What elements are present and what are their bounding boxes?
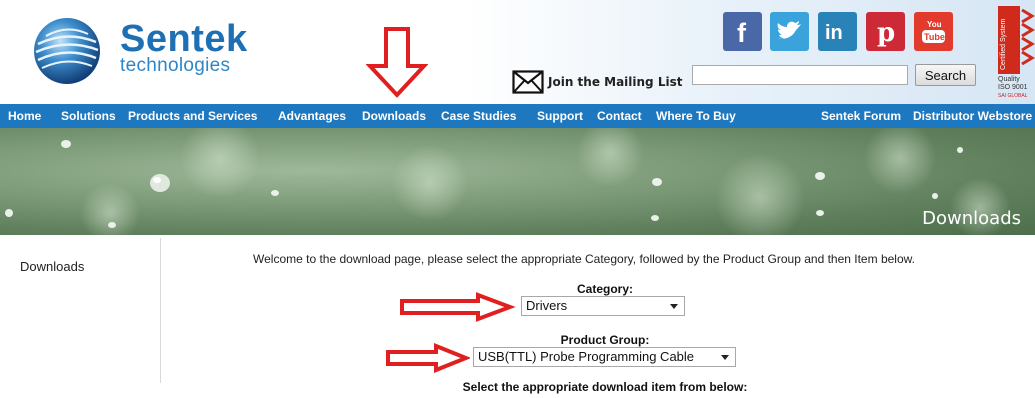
nav-item-home[interactable]: Home <box>8 104 41 128</box>
category-selected-value: Drivers <box>526 298 568 313</box>
nav-item-solutions[interactable]: Solutions <box>61 104 116 128</box>
chevron-down-icon <box>670 304 678 309</box>
nav-item-contact[interactable]: Contact <box>597 104 642 128</box>
search-input[interactable] <box>692 65 908 85</box>
annotation-right-arrow-icon <box>386 343 470 373</box>
svg-text:f: f <box>737 18 747 48</box>
annotation-down-arrow-icon <box>366 27 428 98</box>
brand-name: Sentek <box>120 18 248 60</box>
svg-text:p: p <box>877 18 895 48</box>
nav-item-sentek-forum[interactable]: Sentek Forum <box>821 104 901 128</box>
nav-item-support[interactable]: Support <box>537 104 583 128</box>
banner-title: Downloads <box>922 208 1021 229</box>
iso-issuer-text: SAI GLOBAL <box>998 93 1028 99</box>
sidebar-divider <box>160 238 161 383</box>
iso-strip-text: Certified System <box>1000 18 1007 70</box>
annotation-right-arrow-icon <box>400 292 516 322</box>
iso-red-strip: Certified System <box>998 6 1020 74</box>
nav-item-downloads[interactable]: Downloads <box>362 104 426 128</box>
svg-text:in: in <box>825 22 843 44</box>
facebook-icon[interactable]: f <box>723 12 762 51</box>
linkedin-icon[interactable]: in <box>818 12 857 51</box>
twitter-icon[interactable] <box>770 12 809 51</box>
main-nav: Home Solutions Products and Services Adv… <box>0 104 1035 128</box>
nav-item-case-studies[interactable]: Case Studies <box>441 104 516 128</box>
pinterest-icon[interactable]: p <box>866 12 905 51</box>
hero-banner: Downloads <box>0 128 1035 235</box>
water-droplets-image <box>5 128 1010 235</box>
category-label: Category: <box>576 282 633 296</box>
mailing-list-label: Join the Mailing List <box>548 75 683 89</box>
iso-chevron-icon <box>1021 8 1035 66</box>
brand-subtitle: technologies <box>120 55 231 76</box>
nav-item-where-to-buy[interactable]: Where To Buy <box>656 104 736 128</box>
category-select[interactable]: Drivers <box>521 296 685 316</box>
search-button[interactable]: Search <box>915 64 976 86</box>
brand-wordmark[interactable]: Sentek technologies <box>120 18 248 76</box>
envelope-icon <box>512 70 544 94</box>
nav-item-products[interactable]: Products and Services <box>128 104 257 128</box>
nav-item-distributor-webstore[interactable]: Distributor Webstore <box>913 104 1032 128</box>
chevron-down-icon <box>721 355 729 360</box>
product-group-select[interactable]: USB(TTL) Probe Programming Cable <box>473 347 736 367</box>
mailing-list-link[interactable]: Join the Mailing List <box>512 70 682 94</box>
youtube-icon[interactable]: You Tube <box>914 12 953 51</box>
product-group-label: Product Group: <box>560 333 650 347</box>
iso-standard-text: ISO 9001 <box>998 84 1028 91</box>
sentek-logo-icon[interactable] <box>32 16 102 86</box>
select-item-label: Select the appropriate download item fro… <box>462 380 748 394</box>
svg-text:You: You <box>927 20 942 29</box>
site-header: Sentek technologies Join the Mailing Lis… <box>0 0 1035 104</box>
welcome-text: Welcome to the download page, please sel… <box>253 252 915 266</box>
sidebar-item-downloads[interactable]: Downloads <box>20 259 84 274</box>
iso-certification-badge: Certified System Quality ISO 9001 SAI GL… <box>998 6 1035 102</box>
nav-item-advantages[interactable]: Advantages <box>278 104 346 128</box>
product-group-selected-value: USB(TTL) Probe Programming Cable <box>478 349 695 364</box>
iso-quality-text: Quality <box>998 76 1020 83</box>
svg-text:Tube: Tube <box>924 32 945 42</box>
